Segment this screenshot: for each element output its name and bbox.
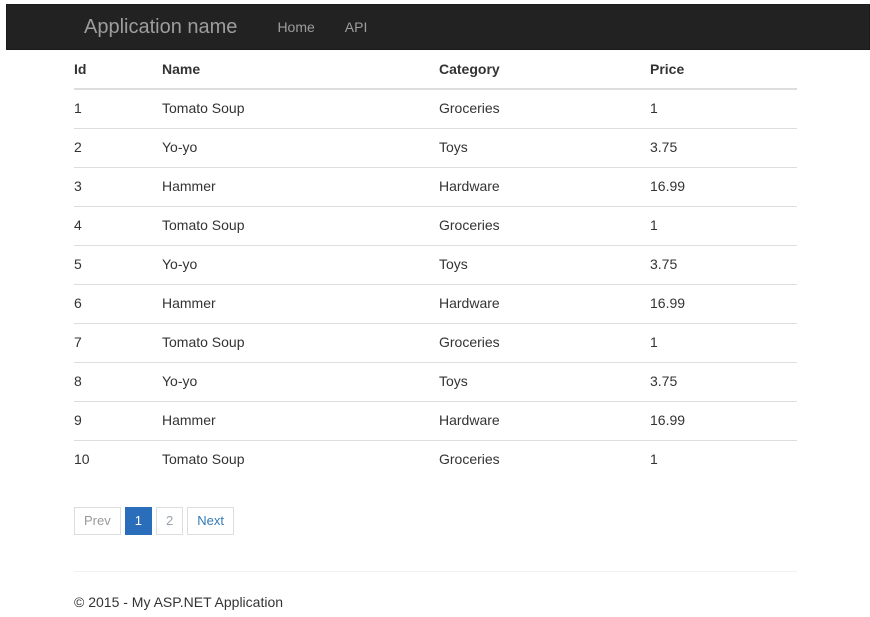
table-cell-price: 1: [650, 89, 797, 128]
table-cell-id: 4: [74, 206, 162, 245]
table-cell-price: 16.99: [650, 401, 797, 440]
table-cell-name: Yo-yo: [162, 362, 439, 401]
table-cell-category: Groceries: [439, 440, 650, 478]
table-cell-price: 1: [650, 206, 797, 245]
navbar-nav: Home API: [262, 4, 382, 50]
pagination-list: Prev 12Next: [74, 507, 238, 536]
table-row: 7Tomato SoupGroceries1: [74, 323, 797, 362]
table-cell-id: 3: [74, 167, 162, 206]
column-header-id: Id: [74, 52, 162, 89]
table-cell-id: 7: [74, 323, 162, 362]
table-cell-category: Toys: [439, 245, 650, 284]
table-cell-id: 5: [74, 245, 162, 284]
table-cell-price: 16.99: [650, 167, 797, 206]
table-cell-name: Tomato Soup: [162, 323, 439, 362]
table-cell-category: Groceries: [439, 323, 650, 362]
column-header-category: Category: [439, 52, 650, 89]
table-cell-id: 2: [74, 128, 162, 167]
nav-link-api[interactable]: API: [330, 4, 383, 50]
table-cell-name: Tomato Soup: [162, 89, 439, 128]
table-row: 1Tomato SoupGroceries1: [74, 89, 797, 128]
table-cell-category: Hardware: [439, 401, 650, 440]
navbar-brand[interactable]: Application name: [69, 17, 252, 37]
pagination-item-page-2: 2: [156, 507, 183, 536]
table-cell-name: Yo-yo: [162, 245, 439, 284]
table-cell-category: Toys: [439, 362, 650, 401]
table-cell-category: Hardware: [439, 284, 650, 323]
table-row: 5Yo-yoToys3.75: [74, 245, 797, 284]
table-cell-id: 1: [74, 89, 162, 128]
pagination-prev-button[interactable]: Prev: [74, 507, 121, 536]
table-cell-price: 1: [650, 323, 797, 362]
table-cell-category: Groceries: [439, 206, 650, 245]
table-row: 10Tomato SoupGroceries1: [74, 440, 797, 478]
pagination-item-page-1: 1: [125, 507, 152, 536]
table-cell-price: 1: [650, 440, 797, 478]
table-header: Id Name Category Price: [74, 52, 797, 89]
table-cell-name: Hammer: [162, 284, 439, 323]
pagination-page-2-button[interactable]: 2: [156, 507, 183, 536]
navbar: Application name Home API: [6, 4, 870, 50]
column-header-price: Price: [650, 52, 797, 89]
main-content: Id Name Category Price 1Tomato SoupGroce…: [74, 52, 797, 535]
table-cell-price: 3.75: [650, 245, 797, 284]
footer-text: © 2015 - My ASP.NET Application: [74, 592, 797, 612]
table-cell-id: 10: [74, 440, 162, 478]
pagination-item-prev: Prev: [74, 507, 121, 536]
nav-item-api: API: [330, 4, 383, 50]
table-cell-name: Tomato Soup: [162, 440, 439, 478]
table-header-row: Id Name Category Price: [74, 52, 797, 89]
table-cell-category: Hardware: [439, 167, 650, 206]
table-cell-id: 9: [74, 401, 162, 440]
footer-divider: [74, 571, 797, 572]
table-cell-name: Hammer: [162, 167, 439, 206]
table-row: 4Tomato SoupGroceries1: [74, 206, 797, 245]
nav-item-home: Home: [262, 4, 329, 50]
table-cell-name: Tomato Soup: [162, 206, 439, 245]
products-table: Id Name Category Price 1Tomato SoupGroce…: [74, 52, 797, 479]
table-row: 6HammerHardware16.99: [74, 284, 797, 323]
table-cell-price: 3.75: [650, 128, 797, 167]
table-body: 1Tomato SoupGroceries12Yo-yoToys3.753Ham…: [74, 89, 797, 479]
table-cell-id: 8: [74, 362, 162, 401]
table-row: 3HammerHardware16.99: [74, 167, 797, 206]
table-cell-category: Toys: [439, 128, 650, 167]
pagination-item-next: Next: [187, 507, 234, 536]
nav-link-home[interactable]: Home: [262, 4, 329, 50]
table-cell-price: 3.75: [650, 362, 797, 401]
table-row: 8Yo-yoToys3.75: [74, 362, 797, 401]
table-row: 2Yo-yoToys3.75: [74, 128, 797, 167]
pagination-next-button[interactable]: Next: [187, 507, 234, 536]
table-cell-price: 16.99: [650, 284, 797, 323]
pagination-page-1-button[interactable]: 1: [125, 507, 152, 536]
table-cell-name: Yo-yo: [162, 128, 439, 167]
column-header-name: Name: [162, 52, 439, 89]
pagination: Prev 12Next: [74, 507, 797, 536]
table-cell-category: Groceries: [439, 89, 650, 128]
table-cell-name: Hammer: [162, 401, 439, 440]
table-row: 9HammerHardware16.99: [74, 401, 797, 440]
table-cell-id: 6: [74, 284, 162, 323]
